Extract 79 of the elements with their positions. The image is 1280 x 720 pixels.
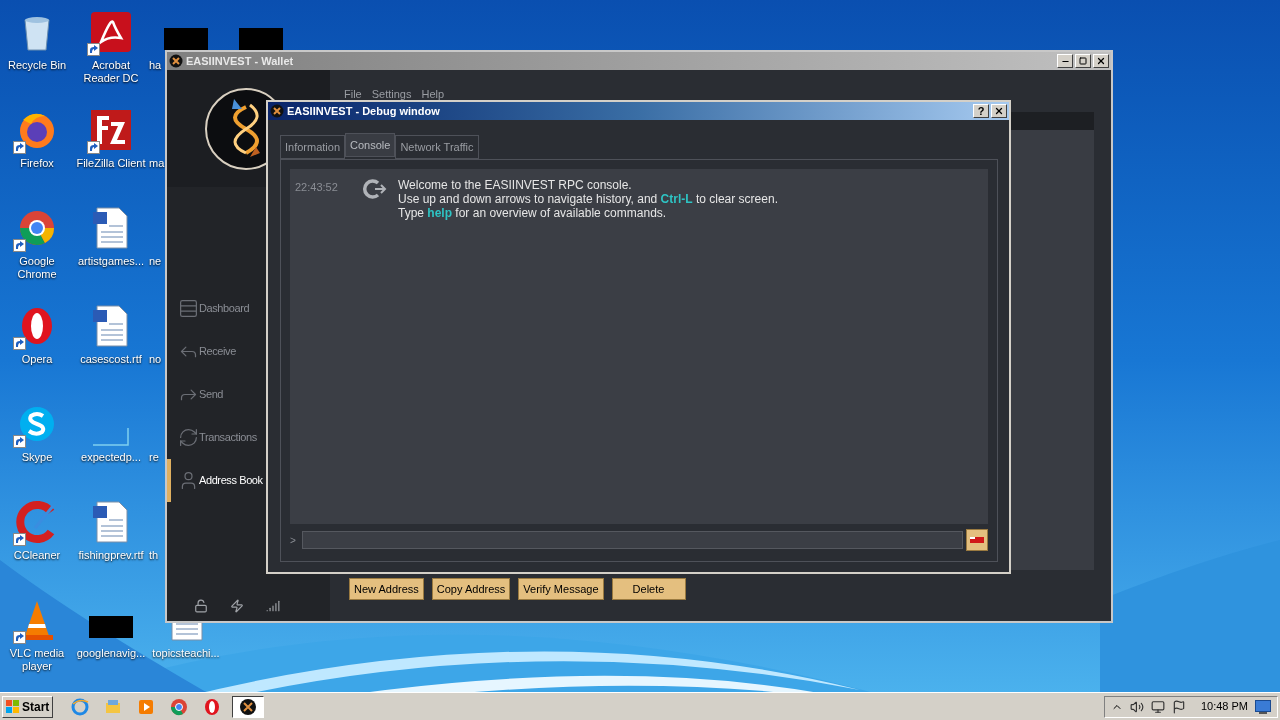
tab[interactable]: Network Traffic — [395, 135, 479, 159]
maximize-button[interactable] — [1075, 54, 1091, 68]
console-input[interactable] — [302, 531, 963, 549]
acrobat-icon — [89, 10, 133, 54]
prompt: > — [290, 533, 297, 548]
action-button[interactable]: New Address — [349, 578, 424, 600]
action-button[interactable]: Copy Address — [431, 578, 511, 600]
desktop-icon-label[interactable]: VLC media player — [0, 647, 74, 673]
desktop-icon-label[interactable]: fishingprev.rtf — [78, 549, 144, 562]
console-message: Welcome to the EASIINVEST RPC console. — [398, 178, 633, 192]
transactions-icon — [178, 427, 199, 448]
action-button[interactable]: Delete — [611, 578, 686, 600]
help-button[interactable]: ? — [973, 104, 989, 118]
unlock-icon[interactable] — [194, 599, 208, 613]
menu-item[interactable]: File — [344, 85, 362, 102]
desktop-icon-label[interactable]: th — [149, 549, 159, 562]
desktop-icon-label[interactable]: ma — [149, 157, 165, 170]
redacted-icon — [89, 616, 133, 638]
window-title: EASIINVEST - Debug window — [287, 103, 441, 119]
desktop-icon-label[interactable]: artistgames... — [78, 255, 144, 268]
eraser-icon — [970, 537, 984, 543]
clear-button[interactable] — [966, 529, 988, 551]
timestamp: 22:43:52 — [295, 180, 339, 195]
console-icon — [362, 179, 388, 199]
redacted-icon — [164, 28, 208, 50]
redacted-icon — [239, 28, 283, 50]
close-icon — [1096, 56, 1106, 66]
sidebar-item[interactable]: Dashboard — [167, 287, 252, 330]
menu-item[interactable]: Help — [421, 85, 445, 102]
network-icon[interactable] — [1150, 699, 1165, 714]
desktop-icon-label[interactable]: expectedp... — [81, 451, 141, 464]
chrome-icon — [170, 697, 189, 716]
sidebar-item[interactable]: Receive — [167, 330, 238, 373]
desktop-icon-label[interactable]: ha — [149, 59, 162, 72]
window-title: EASIINVEST - Wallet — [186, 53, 295, 69]
close-button[interactable] — [991, 104, 1007, 118]
volume-icon[interactable] — [1129, 699, 1144, 714]
clock[interactable]: 10:48 PM — [1200, 698, 1248, 715]
desktop-icon-label[interactable]: no — [149, 353, 162, 366]
desktop-icon-label[interactable]: Firefox — [20, 157, 54, 170]
desktop-icon-label[interactable]: Opera — [21, 353, 53, 366]
windows-logo-icon — [6, 699, 20, 714]
opera-icon — [203, 697, 222, 716]
start-button[interactable]: Start — [2, 695, 54, 718]
desktop-icon-label[interactable]: CCleaner — [13, 549, 61, 562]
desktop-icon-label[interactable]: Skype — [21, 451, 53, 464]
flag-icon[interactable] — [1171, 699, 1186, 714]
filezilla-icon — [89, 108, 133, 152]
media-icon — [137, 697, 156, 716]
dashboard-icon — [178, 298, 199, 319]
desktop-icon-label[interactable]: casescost.rtf — [80, 353, 142, 366]
console-message: Type help for an overview of available commands. — [398, 206, 668, 220]
action-button[interactable]: Verify Message — [518, 578, 604, 600]
app-icon — [270, 104, 284, 118]
sidebar-item[interactable]: Transactions — [167, 416, 259, 459]
desktop-icon-label[interactable]: Acrobat Reader DC — [74, 59, 148, 85]
app-icon — [169, 54, 183, 68]
desktop-icon-label[interactable]: Recycle Bin — [7, 59, 67, 72]
signal-icon[interactable] — [266, 599, 280, 613]
menu-item[interactable]: Settings — [371, 85, 412, 102]
console-message: Use up and down arrows to navigate history, and Ctrl-L to clear screen. — [398, 192, 778, 206]
lightning-icon[interactable] — [230, 599, 244, 613]
desktop-icon-label[interactable]: ne — [149, 255, 162, 268]
easiinvest-icon — [239, 697, 258, 716]
tab[interactable]: Information — [280, 135, 346, 159]
explorer-icon — [104, 697, 123, 716]
desktop-icon-label[interactable]: FileZilla Client — [76, 157, 146, 170]
show-desktop-icon[interactable] — [1255, 699, 1271, 714]
taskbar-app[interactable] — [232, 695, 265, 718]
tab[interactable]: Console — [345, 133, 396, 157]
close-icon — [994, 106, 1004, 116]
desktop-icon-label[interactable]: Google Chrome — [0, 255, 74, 281]
ie-icon — [71, 697, 90, 716]
sidebar-item[interactable]: Send — [167, 373, 226, 416]
minimize-button[interactable] — [1057, 54, 1073, 68]
maximize-icon — [1079, 57, 1087, 65]
close-button[interactable] — [1093, 54, 1109, 68]
desktop-icon-label[interactable]: re — [149, 451, 159, 464]
desktop-icon-label[interactable]: googlenavig... — [76, 647, 146, 660]
